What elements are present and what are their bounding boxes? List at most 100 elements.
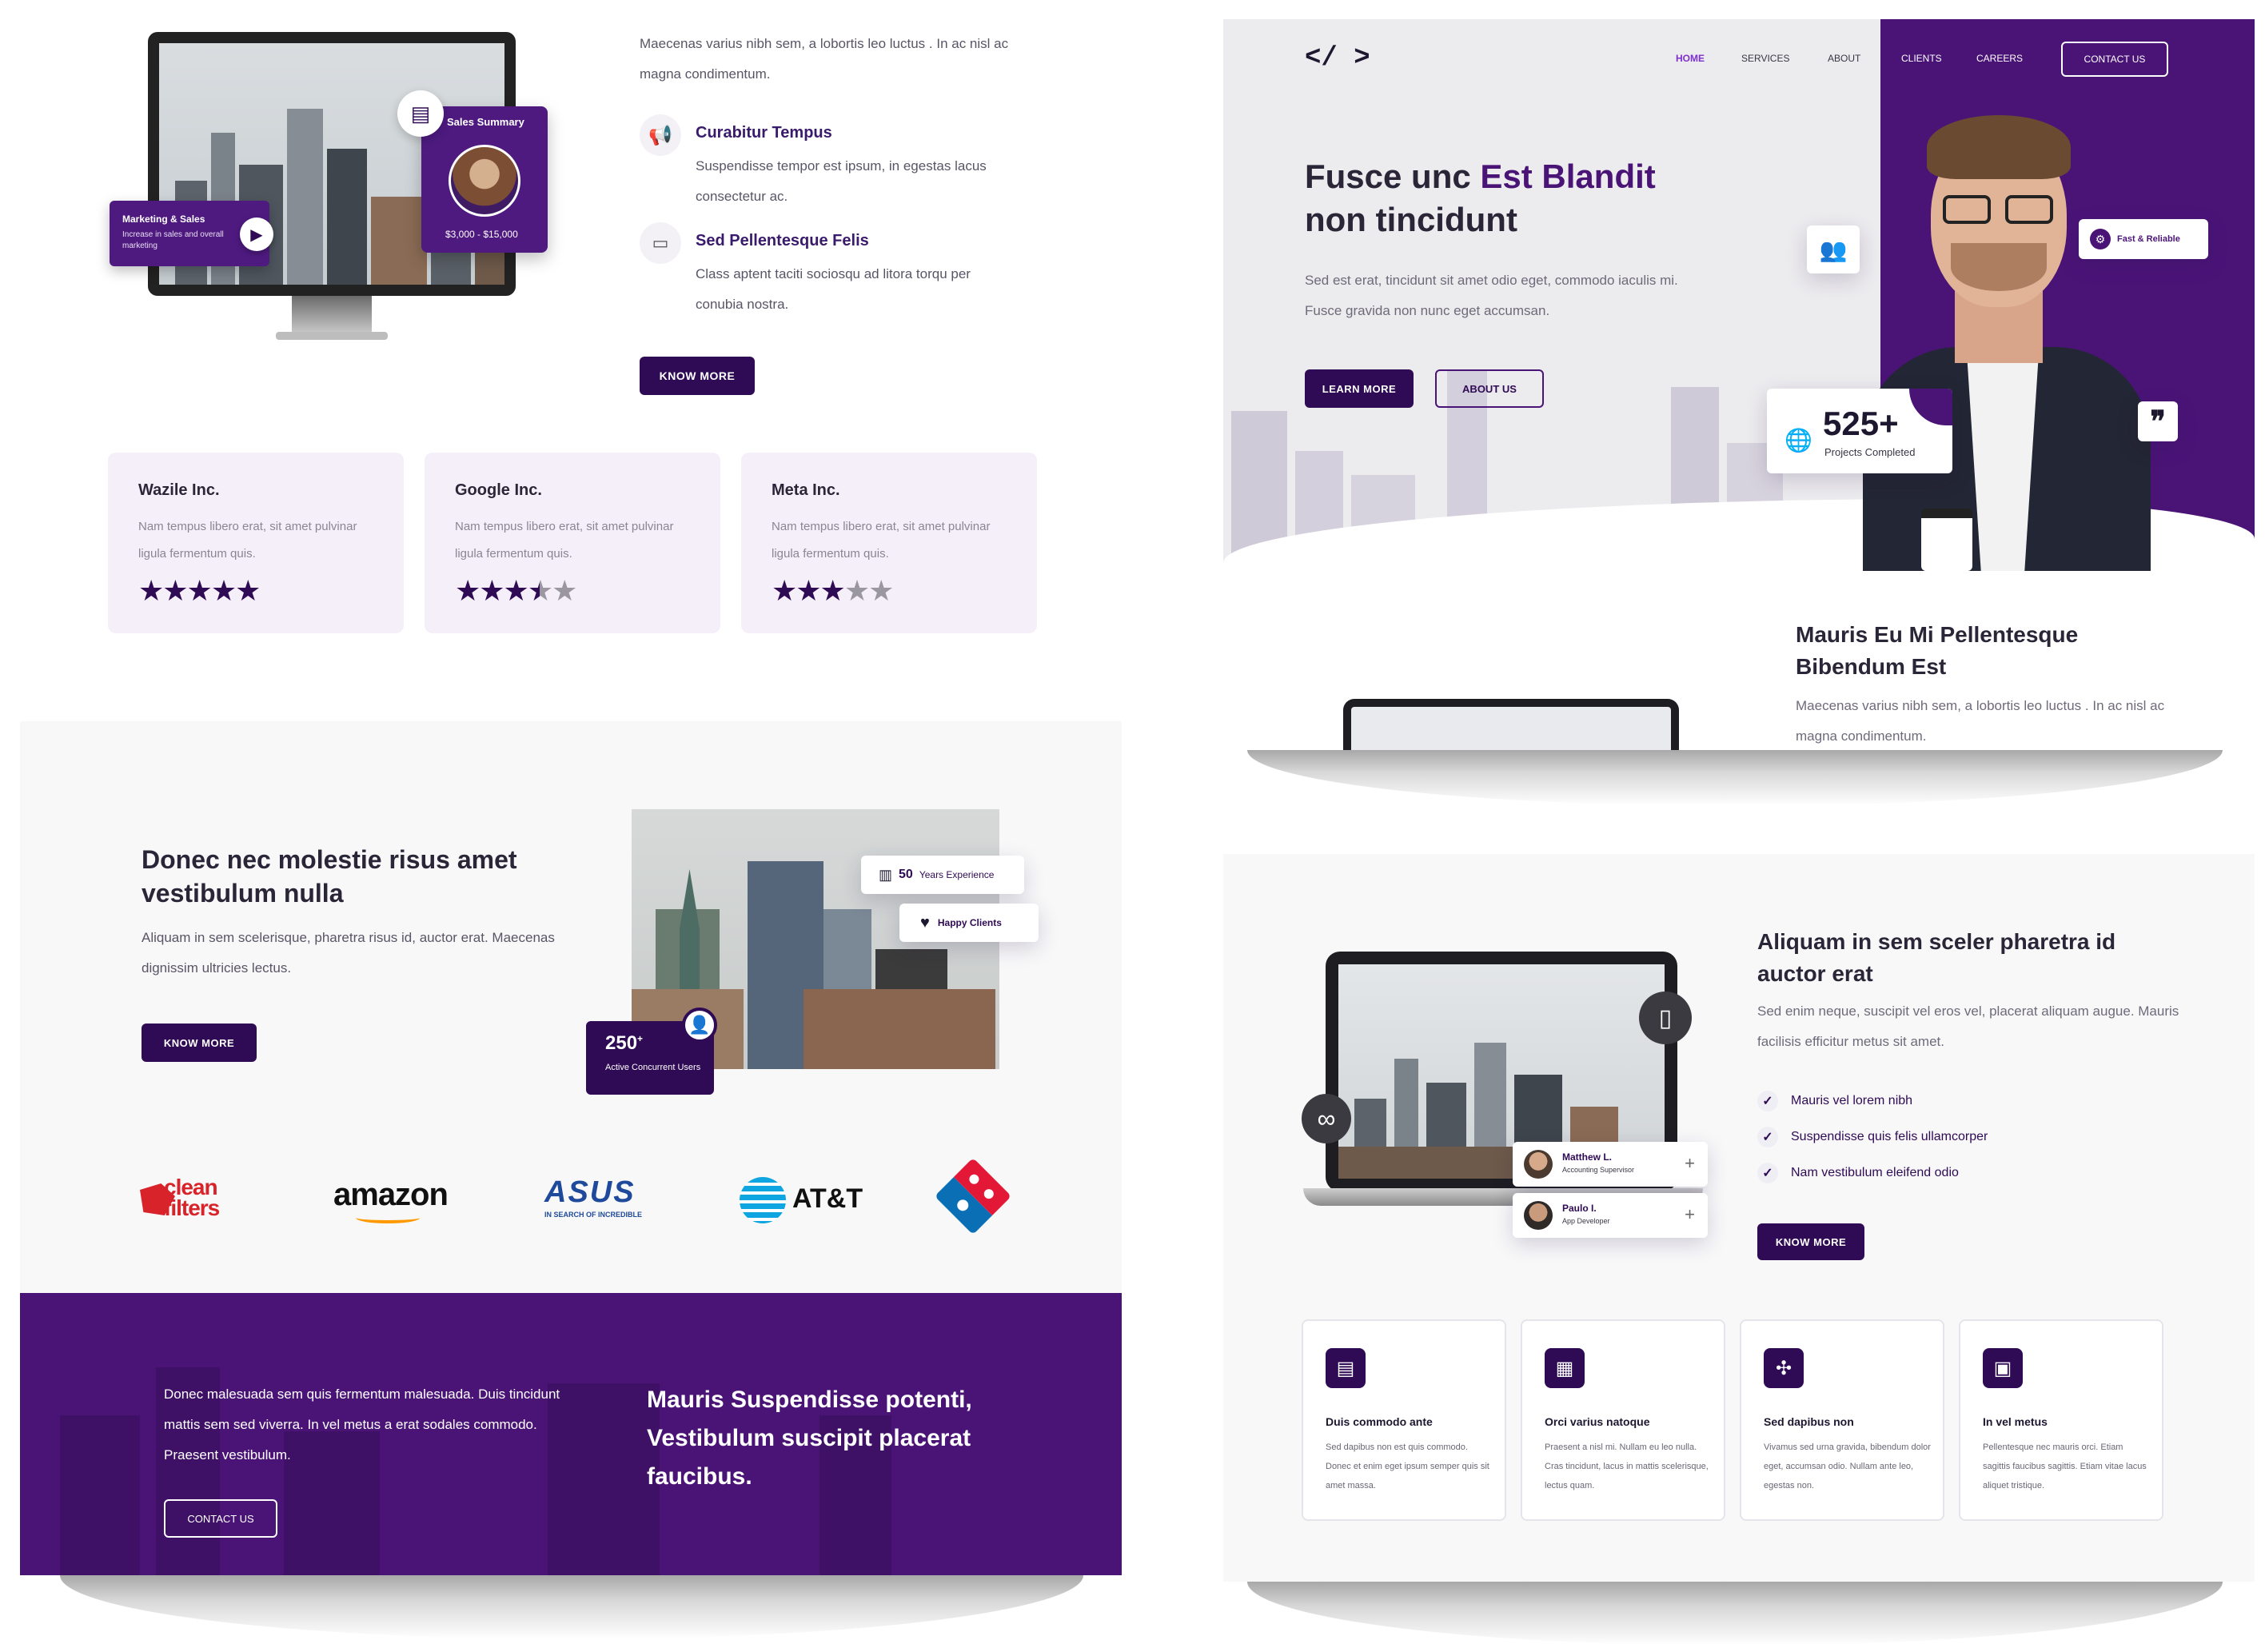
sub-title: Mauris Eu Mi Pellentesque Bibendum Est xyxy=(1796,622,2079,679)
logo-att: AT&T xyxy=(740,1175,863,1223)
asus-text: ASUS xyxy=(544,1175,636,1209)
nav-about[interactable]: ABOUT xyxy=(1828,53,1860,64)
know-more-button[interactable]: KNOW MORE xyxy=(1757,1223,1864,1260)
heart-icon: ♥ xyxy=(920,913,930,932)
team-card-2[interactable]: Paulo I. App Developer + xyxy=(1513,1193,1708,1238)
fast-reliable-badge: ⚙ Fast & Reliable xyxy=(2079,219,2208,259)
service-card-1[interactable]: ▤ Duis commodo ante Sed dapibus non est … xyxy=(1302,1319,1506,1521)
panel-hero: </ > HOME SERVICES ABOUT CLIENTS CAREERS… xyxy=(1223,19,2255,571)
review-text: Nam tempus libero erat, sit amet pulvina… xyxy=(455,520,674,561)
card-title: In vel metus xyxy=(1983,1415,2048,1428)
gear-icon: ⚙ xyxy=(2090,229,2111,249)
feature-title-1: Curabitur Tempus xyxy=(696,124,832,142)
stat-label: Projects Completed xyxy=(1824,446,1916,458)
users-value: 250 xyxy=(605,1032,638,1054)
member-name: Matthew L. xyxy=(1562,1151,1612,1163)
check-icon: ✓ xyxy=(1757,1162,1778,1183)
about-desc: Aliquam in sem scelerisque, pharetra ris… xyxy=(142,930,555,976)
checklist: ✓ Mauris vel lorem nibh ✓ Suspendisse quis… xyxy=(1757,1083,2157,1191)
service-card-2[interactable]: ▦ Orci varius natoque Praesent a nisl mi… xyxy=(1521,1319,1725,1521)
chart-badge-icon: ▤ xyxy=(397,90,444,137)
att-text: AT&T xyxy=(792,1183,863,1214)
infinity-icon: ∞ xyxy=(1302,1094,1351,1143)
nav-careers[interactable]: CAREERS xyxy=(1976,53,2023,64)
hero-desc: Sed est erat, tincidunt sit amet odio eg… xyxy=(1305,273,1678,318)
banner-text: Donec malesuada sem quis fermentum males… xyxy=(164,1387,560,1462)
cta-banner: Donec malesuada sem quis fermentum males… xyxy=(20,1293,1122,1575)
globe-icon: 🌐 xyxy=(1784,428,1812,453)
contact-us-button[interactable]: CONTACT US xyxy=(2061,42,2168,77)
learn-more-button[interactable]: LEARN MORE xyxy=(1305,369,1414,408)
hero-title: Fusce unc Est Blandit non tincidunt xyxy=(1305,155,1721,241)
nav-services[interactable]: SERVICES xyxy=(1741,53,1789,64)
avatar xyxy=(1524,1150,1553,1179)
contact-us-button[interactable]: CONTACT US xyxy=(164,1499,277,1538)
check-item: ✓ Suspendisse quis felis ullamcorper xyxy=(1757,1119,2157,1155)
att-globe-icon xyxy=(740,1177,786,1223)
banner-title: Mauris Suspendisse potenti, Vestibulum s… xyxy=(647,1387,972,1490)
card-desc: Pellentesque nec mauris orci. Etiam sagi… xyxy=(1983,1443,2147,1490)
card-desc: Vivamus sed urna gravida, bibendum dolor… xyxy=(1764,1443,1931,1490)
exp-value: 50 xyxy=(899,868,913,881)
card-title: Orci varius natoque xyxy=(1545,1415,1650,1428)
marketing-sub: Increase in sales and overall marketing xyxy=(122,230,224,250)
monitor-stand xyxy=(292,296,372,336)
feature-desc-2: Class aptent taciti sociosqu ad litora t… xyxy=(696,266,971,312)
panel-shadow xyxy=(1247,750,2223,806)
service-card-3[interactable]: ✣ Sed dapibus non Vivamus sed urna gravi… xyxy=(1740,1319,1944,1521)
plus-icon[interactable]: + xyxy=(1685,1153,1695,1174)
fast-label: Fast & Reliable xyxy=(2117,234,2180,244)
layout-icon: ▦ xyxy=(1545,1348,1585,1388)
team-card-1[interactable]: Matthew L. Accounting Supervisor + xyxy=(1513,1142,1708,1187)
nav-home[interactable]: HOME xyxy=(1676,53,1705,64)
asus-tagline: IN SEARCH OF INCREDIBLE xyxy=(544,1211,643,1219)
company-name: Wazile Inc. xyxy=(138,481,220,499)
card-title: Sed dapibus non xyxy=(1764,1415,1854,1428)
service-card-4[interactable]: ▣ In vel metus Pellentesque nec mauris o… xyxy=(1959,1319,2163,1521)
check-icon: ✓ xyxy=(1757,1090,1778,1111)
megaphone-icon: 📢 xyxy=(640,114,681,156)
hero-title-highlight: Est Blandit xyxy=(1480,158,1656,195)
star-rating: ★★★★★ xyxy=(138,574,261,607)
team-icon: 👥 xyxy=(1807,225,1860,273)
panel-team: ∞ ▯ Matthew L. Accounting Supervisor + P… xyxy=(1223,854,2255,1582)
monitor-base xyxy=(276,332,388,340)
review-text: Nam tempus libero erat, sit amet pulvina… xyxy=(138,520,357,561)
play-icon[interactable]: ▶ xyxy=(240,217,273,251)
feature-item-1: 📢 Curabitur Tempus Suspendisse tempor es… xyxy=(640,114,1023,210)
review-text: Nam tempus libero erat, sit amet pulvina… xyxy=(772,520,991,561)
avatar xyxy=(1524,1201,1553,1230)
team-title: Aliquam in sem sceler pharetra id auctor… xyxy=(1757,929,2116,986)
amazon-text: amazon xyxy=(333,1177,449,1212)
member-role: Accounting Supervisor xyxy=(1562,1166,1635,1174)
coffee-cup xyxy=(1921,509,1972,571)
know-more-button[interactable]: KNOW MORE xyxy=(142,1024,257,1062)
logo-amazon: amazon xyxy=(333,1175,453,1223)
feature-item-2: ▭ Sed Pellentesque Felis Class aptent ta… xyxy=(640,222,1023,318)
clipboard-icon: ▣ xyxy=(1983,1348,2023,1388)
browser-icon: ▭ xyxy=(640,222,681,264)
marketing-title: Marketing & Sales xyxy=(122,213,205,225)
card-desc: Sed dapibus non est quis commodo. Donec … xyxy=(1326,1443,1489,1490)
hero-title-part1: Fusce unc xyxy=(1305,158,1481,195)
check-label: Suspendisse quis felis ullamcorper xyxy=(1791,1129,1988,1143)
plus-icon[interactable]: + xyxy=(1685,1204,1695,1225)
sales-summary-label: Sales Summary xyxy=(447,116,524,128)
building-icon: ▥ xyxy=(879,866,893,883)
panel-about: Donec nec molestie risus amet vestibulum… xyxy=(20,721,1122,1575)
check-item: ✓ Mauris vel lorem nibh xyxy=(1757,1083,2157,1119)
exp-label: Years Experience xyxy=(919,869,995,880)
logo[interactable]: </ > xyxy=(1305,43,1370,74)
feature-desc-1: Suspendisse tempor est ipsum, in egestas… xyxy=(696,158,987,204)
nav-clients[interactable]: CLIENTS xyxy=(1901,53,1942,64)
know-more-button[interactable]: KNOW MORE xyxy=(640,357,755,395)
users-label: Active Concurrent Users xyxy=(605,1063,701,1072)
panel-shadow xyxy=(1247,1582,2223,1646)
sales-summary-card: Sales Summary $3,000 - $15,000 xyxy=(421,106,548,253)
card-desc: Praesent a nisl mi. Nullam eu leo nulla.… xyxy=(1545,1443,1709,1490)
laptop-peek xyxy=(1343,699,1679,755)
about-us-button[interactable]: ABOUT US xyxy=(1435,369,1544,408)
intro-text: Maecenas varius nibh sem, a lobortis leo… xyxy=(640,36,1009,82)
mobile-icon: ▯ xyxy=(1639,992,1692,1044)
check-label: Mauris vel lorem nibh xyxy=(1791,1093,1913,1107)
